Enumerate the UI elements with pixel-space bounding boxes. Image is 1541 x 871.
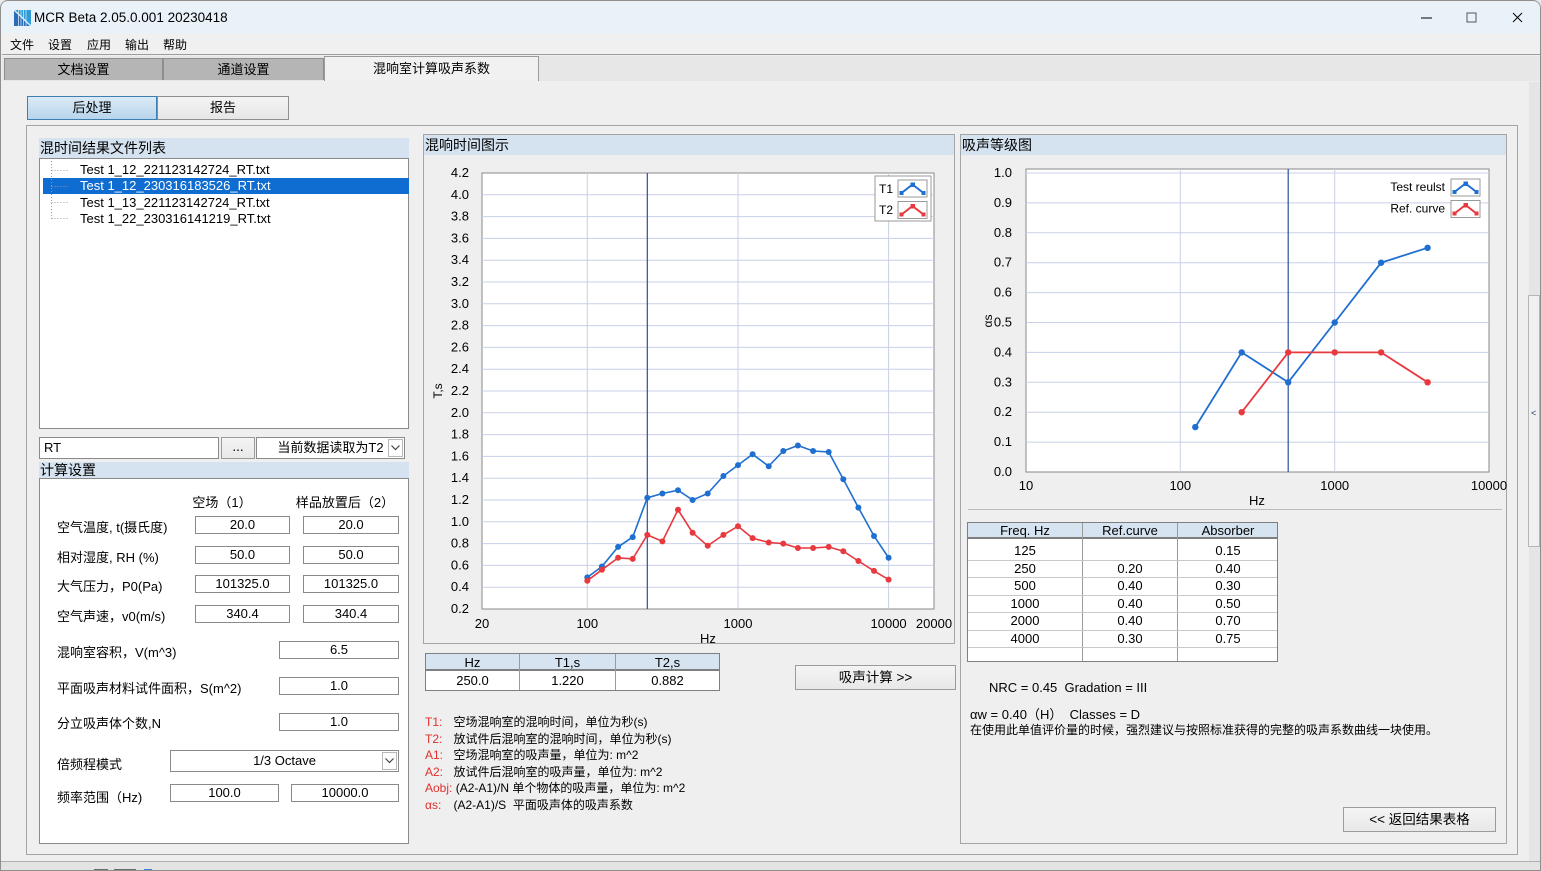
svg-text:1000: 1000 <box>724 616 753 631</box>
svg-text:0.2: 0.2 <box>994 404 1012 419</box>
svg-text:2.4: 2.4 <box>451 361 469 376</box>
svg-text:Hz: Hz <box>1249 493 1265 508</box>
svg-text:T1: T1 <box>879 182 893 196</box>
svg-text:0.4: 0.4 <box>994 344 1012 359</box>
svg-text:Test reulst: Test reulst <box>1390 180 1445 194</box>
svg-text:10000: 10000 <box>1471 478 1507 493</box>
svg-text:2.8: 2.8 <box>451 318 469 333</box>
svg-text:3.8: 3.8 <box>451 209 469 224</box>
svg-text:1.8: 1.8 <box>451 427 469 442</box>
svg-text:T,s: T,s <box>431 383 445 398</box>
svg-text:0.3: 0.3 <box>994 374 1012 389</box>
svg-text:Hz: Hz <box>700 631 716 644</box>
svg-text:2.2: 2.2 <box>451 383 469 398</box>
svg-text:0.6: 0.6 <box>994 285 1012 300</box>
svg-text:Ref. curve: Ref. curve <box>1390 202 1445 216</box>
svg-text:0.8: 0.8 <box>994 225 1012 240</box>
svg-text:10: 10 <box>1019 478 1033 493</box>
svg-text:0.6: 0.6 <box>451 557 469 572</box>
svg-text:0.4: 0.4 <box>451 579 469 594</box>
svg-text:20000: 20000 <box>916 616 952 631</box>
svg-text:4.0: 4.0 <box>451 187 469 202</box>
svg-text:2.0: 2.0 <box>451 405 469 420</box>
svg-text:αs: αs <box>981 315 995 328</box>
svg-text:3.6: 3.6 <box>451 230 469 245</box>
svg-text:4.2: 4.2 <box>451 165 469 180</box>
svg-text:3.4: 3.4 <box>451 252 469 267</box>
svg-text:0.1: 0.1 <box>994 434 1012 449</box>
svg-text:2.6: 2.6 <box>451 339 469 354</box>
svg-text:0.2: 0.2 <box>451 601 469 616</box>
svg-text:10000: 10000 <box>871 616 907 631</box>
svg-text:3.2: 3.2 <box>451 274 469 289</box>
svg-text:0.0: 0.0 <box>994 464 1012 479</box>
svg-text:1.2: 1.2 <box>451 492 469 507</box>
svg-text:0.5: 0.5 <box>994 315 1012 330</box>
svg-text:1000: 1000 <box>1320 478 1349 493</box>
svg-text:1.0: 1.0 <box>451 514 469 529</box>
svg-text:T2: T2 <box>879 203 893 217</box>
svg-text:1.6: 1.6 <box>451 448 469 463</box>
svg-text:100: 100 <box>576 616 598 631</box>
svg-text:3.0: 3.0 <box>451 296 469 311</box>
svg-text:0.7: 0.7 <box>994 255 1012 270</box>
svg-text:100: 100 <box>1169 478 1191 493</box>
svg-text:0.9: 0.9 <box>994 195 1012 210</box>
svg-text:20: 20 <box>475 616 489 631</box>
svg-text:1.0: 1.0 <box>994 165 1012 180</box>
svg-text:0.8: 0.8 <box>451 536 469 551</box>
svg-text:1.4: 1.4 <box>451 470 469 485</box>
